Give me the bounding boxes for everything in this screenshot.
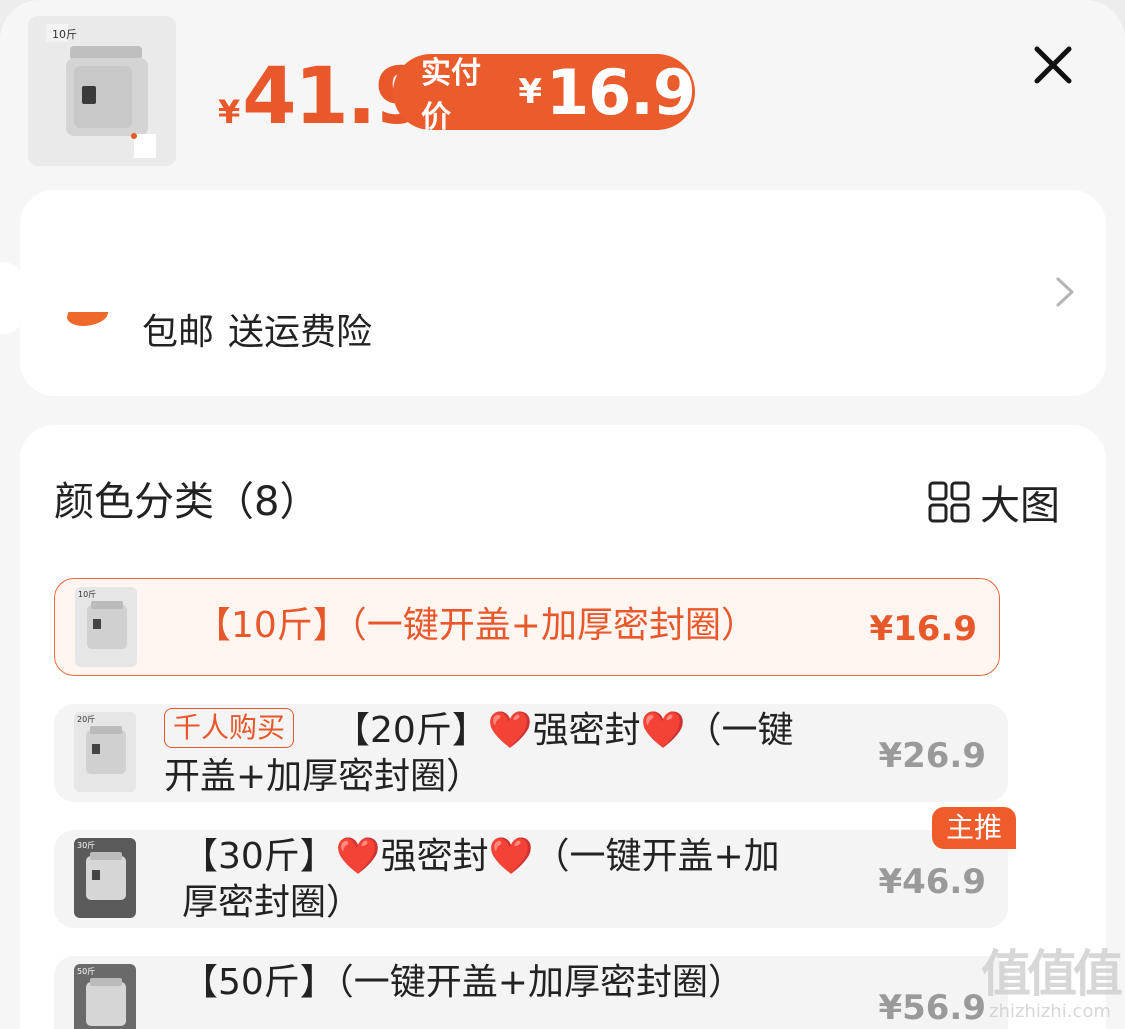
- option-thumbnail: 30斤: [74, 838, 136, 918]
- color-category-title: 颜色分类（8）: [54, 479, 320, 525]
- option-label: 【10斤】（一键开盖+加厚密封圈）: [195, 605, 757, 646]
- option-price: ¥16.9: [869, 609, 977, 649]
- option-thumbnail: 20斤: [74, 712, 136, 792]
- option-price: ¥46.9: [878, 862, 986, 902]
- option-price: ¥56.9: [878, 988, 986, 1028]
- free-shipping-label: 包邮: [142, 312, 215, 348]
- thumbnail-weight-label: 10斤: [52, 28, 77, 41]
- product-main-thumbnail[interactable]: 10斤: [28, 16, 176, 166]
- actual-pay-currency: ¥: [518, 72, 543, 112]
- popular-purchase-tag: 千人购买: [164, 708, 295, 748]
- actual-pay-price-badge: 实付价 ¥ 16.9: [393, 54, 696, 135]
- option-thumbnail: 10斤: [75, 587, 137, 667]
- big-image-label: 大图: [980, 483, 1060, 529]
- option-label: 【50斤】（一键开盖+加厚密封圈）: [182, 962, 744, 1003]
- sku-selector-sheet: 10斤 ¥41.9 实付价 ¥ 16.9 包邮送运费险 颜色分类（8） 大图: [0, 0, 1125, 1029]
- option-thumb-weight: 20斤: [77, 715, 96, 724]
- shipping-card[interactable]: [20, 190, 1106, 396]
- option-label-block: 千人购买 【20斤】❤️强密封❤️（一键开盖+加厚密封圈）: [164, 708, 824, 800]
- close-button[interactable]: [1030, 42, 1076, 88]
- option-thumb-weight: 50斤: [77, 967, 96, 976]
- option-thumb-weight: 10斤: [78, 590, 97, 599]
- chevron-right-icon[interactable]: [1048, 276, 1080, 308]
- return-insurance-label: 送运费险: [228, 312, 373, 348]
- grid-icon: [928, 481, 970, 523]
- option-item-20jin[interactable]: 20斤 千人购买 【20斤】❤️强密封❤️（一键开盖+加厚密封圈） ¥26.9: [54, 704, 1008, 802]
- actual-pay-value: 16.9: [546, 55, 696, 129]
- big-image-button[interactable]: 大图: [928, 478, 1060, 529]
- actual-pay-label: 实付价: [421, 56, 481, 135]
- option-item-50jin[interactable]: 50斤 【50斤】（一键开盖+加厚密封圈） ¥56.9: [54, 956, 1008, 1029]
- recommended-badge: 主推: [932, 807, 1016, 849]
- shipping-services: 包邮 送运费险: [142, 310, 372, 348]
- option-thumb-weight: 30斤: [77, 841, 96, 850]
- option-price: ¥26.9: [878, 736, 986, 776]
- currency-symbol: ¥: [218, 93, 241, 131]
- close-icon: [1034, 46, 1072, 84]
- option-label: 【30斤】❤️强密封❤️（一键开盖+加厚密封圈）: [182, 836, 780, 923]
- option-thumbnail: 50斤: [74, 964, 136, 1029]
- option-item-10jin[interactable]: 10斤 【10斤】（一键开盖+加厚密封圈） ¥16.9: [54, 578, 1000, 676]
- option-item-30jin[interactable]: 30斤 【30斤】❤️强密封❤️（一键开盖+加厚密封圈） ¥46.9: [54, 830, 1008, 928]
